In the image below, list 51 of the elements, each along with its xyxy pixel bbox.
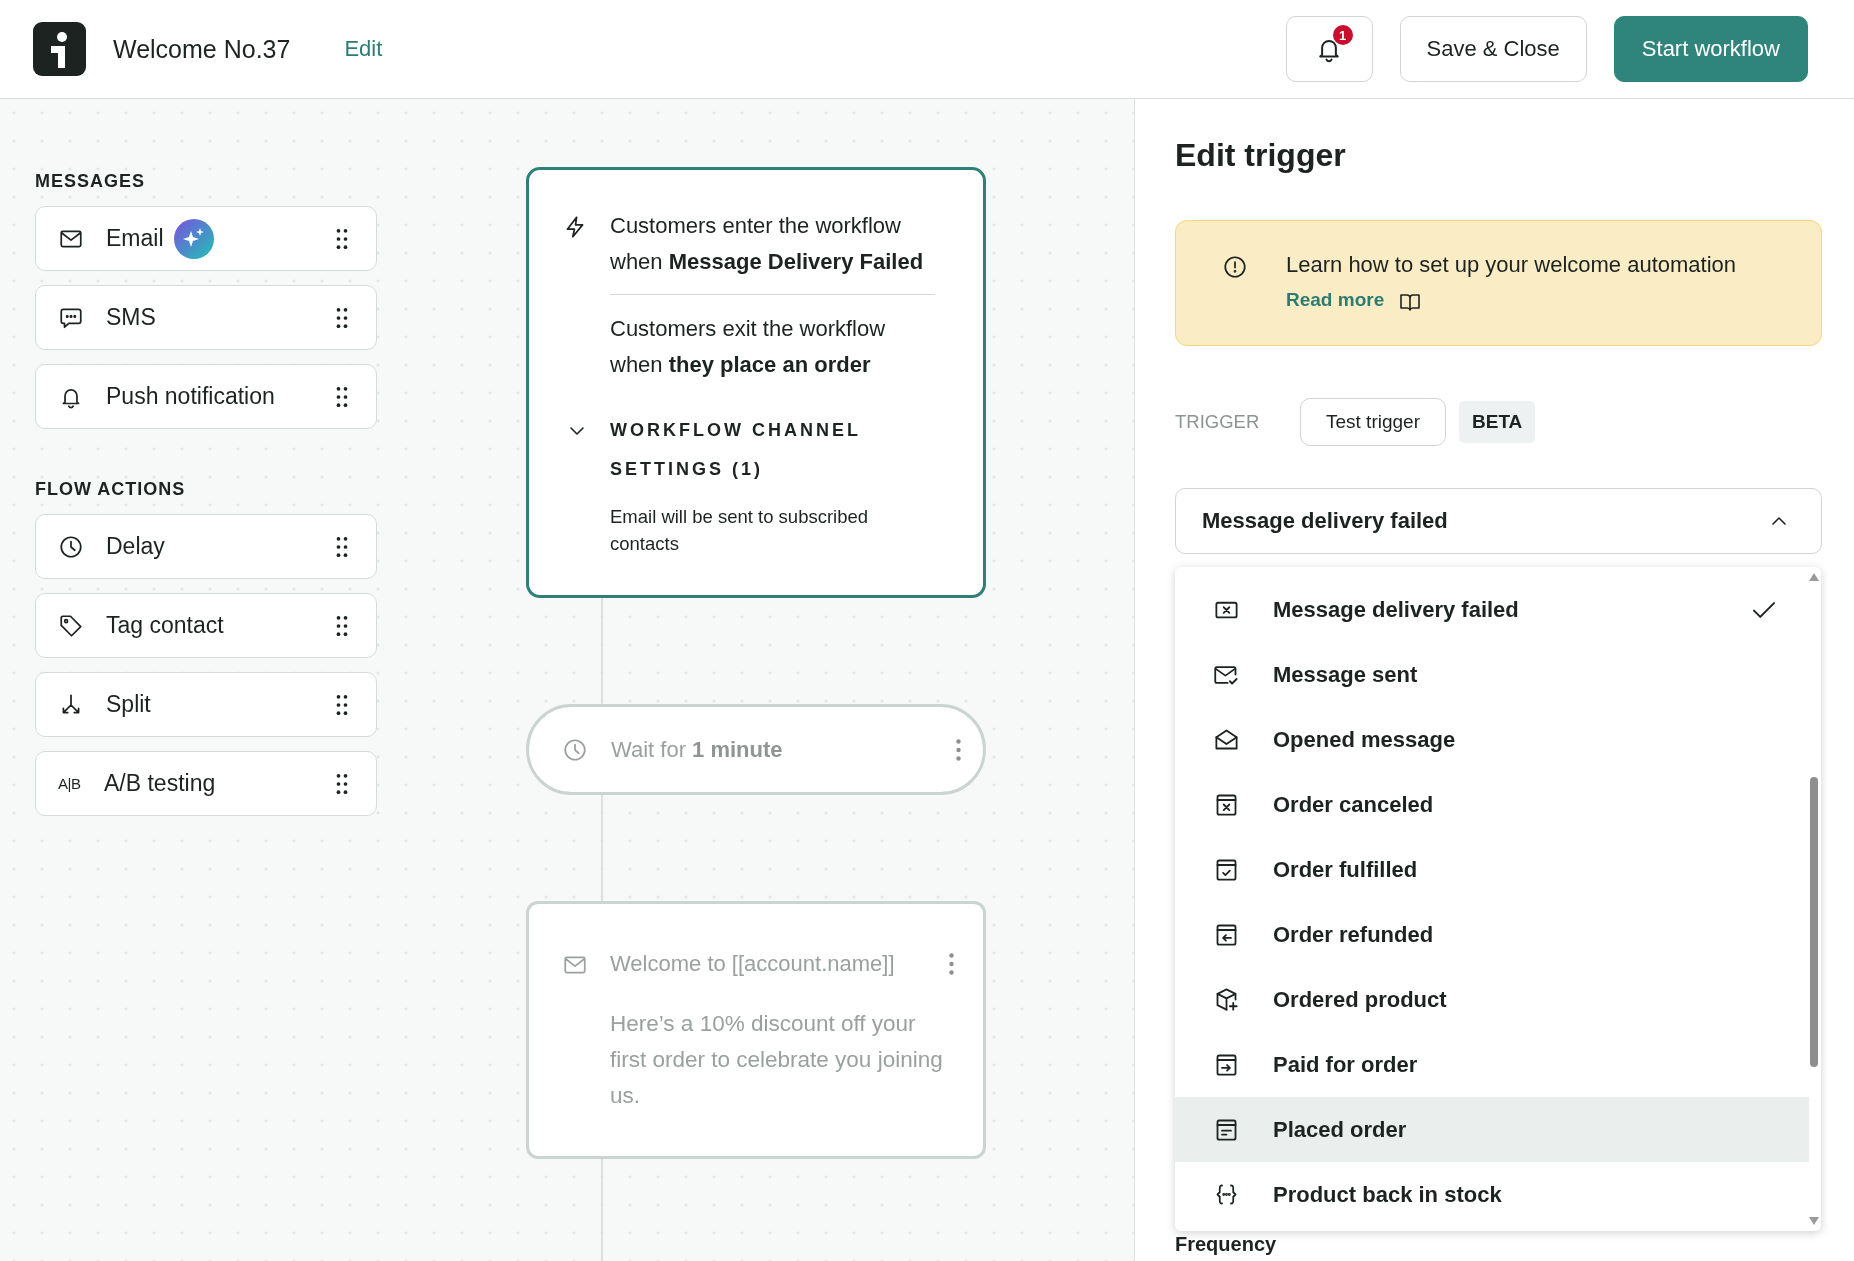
item-label: SMS bbox=[106, 304, 156, 331]
email-preview-text: Here’s a 10% discount off your first order to celebrate you joining us. bbox=[610, 1010, 944, 1110]
more-button[interactable] bbox=[956, 738, 961, 761]
exit-condition-text: Customers exit the workflow when they place an order bbox=[610, 315, 887, 379]
tag-icon bbox=[58, 612, 84, 639]
palette-item[interactable]: Split bbox=[35, 672, 377, 737]
palette-item[interactable]: A|B A/B testing bbox=[35, 751, 377, 816]
palette-item[interactable]: Push notification bbox=[35, 364, 377, 429]
trigger-card[interactable]: Customers enter the workflow when Message Delivery Failed Customers exit the workflow when they place an order WORKFLOW CHANNEL SETTINGS (1) Email will be sent to subscribed contacts bbox=[526, 167, 986, 598]
start-workflow-button[interactable]: Start workflow bbox=[1613, 16, 1808, 82]
banner-text: Learn how to set up your welcome automation bbox=[1286, 251, 1737, 279]
read-more-link[interactable]: Read more bbox=[1286, 288, 1385, 311]
item-label: A/B testing bbox=[104, 770, 216, 797]
info-icon bbox=[1222, 254, 1248, 280]
scrollbar-thumb[interactable] bbox=[1810, 777, 1818, 1067]
trigger-select[interactable]: Message delivery failed bbox=[1175, 488, 1822, 554]
item-label: Tag contact bbox=[106, 612, 224, 639]
palette-item[interactable]: SMS bbox=[35, 285, 377, 350]
clock-icon bbox=[562, 736, 588, 763]
beta-badge: BETA bbox=[1459, 401, 1536, 443]
frequency-label: Frequency bbox=[1175, 1233, 1278, 1255]
section-heading: MESSAGES bbox=[35, 171, 147, 192]
section-heading: FLOW ACTIONS bbox=[35, 479, 187, 500]
email-subject: Welcome to [[account.name]] bbox=[610, 950, 896, 978]
trigger-option[interactable]: Placed order bbox=[1175, 1097, 1809, 1162]
logo-icon[interactable] bbox=[33, 22, 86, 76]
kebab-icon bbox=[956, 738, 961, 761]
edit-link[interactable]: Edit bbox=[344, 36, 383, 62]
item-label: Email bbox=[106, 225, 164, 252]
kebab-icon bbox=[949, 953, 954, 975]
palette-item[interactable]: Delay bbox=[35, 514, 377, 579]
notification-count: 1 bbox=[1332, 25, 1353, 45]
channel-settings-text: Email will be sent to subscribed contacts bbox=[610, 505, 870, 556]
clock-icon bbox=[58, 533, 84, 560]
item-label: Push notification bbox=[106, 383, 275, 410]
item-label: Delay bbox=[106, 533, 165, 560]
ab-icon: A|B bbox=[58, 775, 82, 792]
item-label: Split bbox=[106, 691, 151, 718]
palette-item[interactable]: Tag contact bbox=[35, 593, 377, 658]
save-close-button[interactable]: Save & Close bbox=[1399, 16, 1587, 82]
test-trigger-button[interactable]: Test trigger bbox=[1300, 398, 1446, 446]
panel-title: Edit trigger bbox=[1175, 136, 1347, 175]
enter-condition-text: Customers enter the workflow when Message Delivery Failed bbox=[610, 212, 925, 276]
notifications-button[interactable]: 1 bbox=[1285, 16, 1373, 82]
scroll-up-icon[interactable] bbox=[1809, 573, 1819, 581]
trigger-label: TRIGGER bbox=[1175, 411, 1261, 433]
scroll-down-icon[interactable] bbox=[1809, 1217, 1819, 1225]
step-text: Wait for 1 minute bbox=[611, 736, 784, 763]
workflow-title: Welcome No.37 bbox=[113, 34, 291, 64]
palette-item[interactable]: Email bbox=[35, 206, 377, 271]
channel-settings-toggle[interactable]: WORKFLOW CHANNEL SETTINGS (1) bbox=[562, 411, 935, 489]
